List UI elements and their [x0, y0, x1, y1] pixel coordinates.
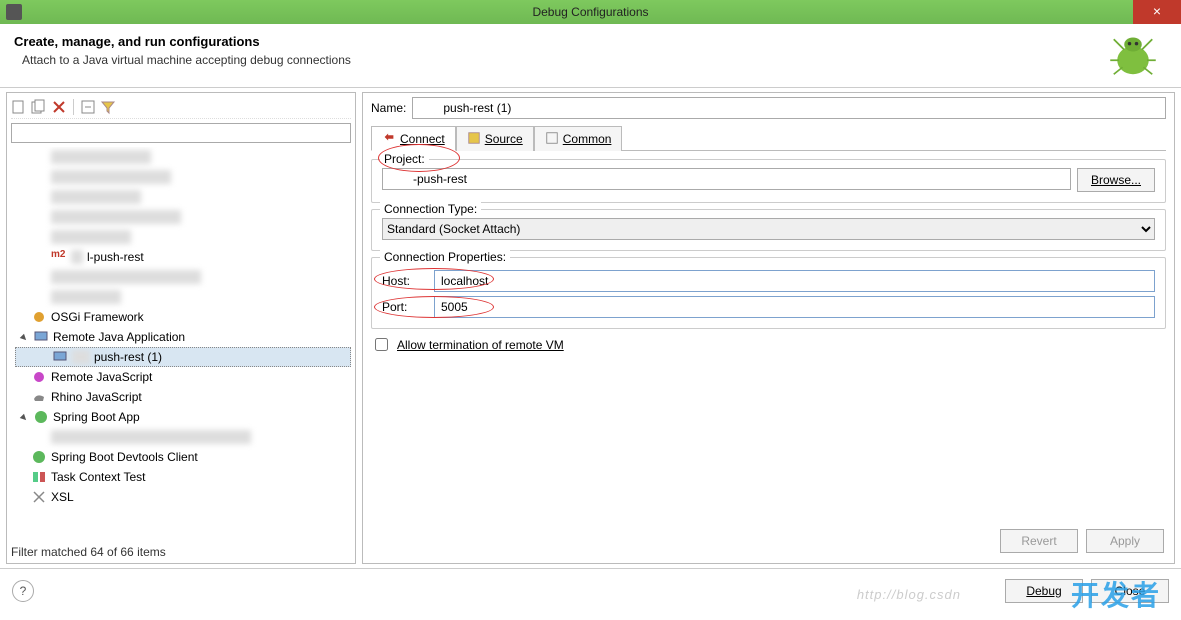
- remote-java-icon: [33, 329, 49, 345]
- project-label: Project:: [380, 152, 429, 166]
- name-input[interactable]: [412, 97, 1166, 119]
- port-label: Port:: [382, 300, 426, 314]
- tree-item-xsl[interactable]: XSL: [15, 487, 351, 507]
- filter-input[interactable]: [11, 123, 351, 143]
- left-panel: m2 l-push-rest OSGi Framework Remote Jav…: [6, 92, 356, 564]
- tree-item-maven-push-rest[interactable]: m2 l-push-rest: [15, 247, 351, 267]
- tree-label: Spring Boot Devtools Client: [51, 450, 198, 464]
- browse-button[interactable]: Browse...: [1077, 168, 1155, 192]
- tree-item-blurred[interactable]: [15, 227, 351, 247]
- tree-label: Rhino JavaScript: [51, 390, 142, 404]
- duplicate-button[interactable]: [31, 99, 47, 115]
- new-config-button[interactable]: [11, 99, 27, 115]
- tab-connect[interactable]: Connect: [371, 126, 456, 151]
- tree-label: XSL: [51, 490, 74, 504]
- tabs: Connect Source Common: [371, 125, 1166, 151]
- config-tree[interactable]: m2 l-push-rest OSGi Framework Remote Jav…: [11, 147, 351, 541]
- tree-item-blurred[interactable]: [15, 427, 351, 447]
- spring-icon: [33, 409, 49, 425]
- rhino-icon: [31, 389, 47, 405]
- allow-termination-checkbox[interactable]: [375, 338, 388, 351]
- tree-item-task-context[interactable]: Task Context Test: [15, 467, 351, 487]
- tree-item-spring-devtools[interactable]: Spring Boot Devtools Client: [15, 447, 351, 467]
- host-input[interactable]: [434, 270, 1155, 292]
- maven-icon: m2: [51, 249, 67, 265]
- right-buttons: Revert Apply: [371, 523, 1166, 559]
- bug-icon: [1105, 30, 1161, 80]
- tree-item-blurred[interactable]: [15, 267, 351, 287]
- connect-icon: [382, 130, 396, 147]
- toolbar-separator: [73, 99, 74, 115]
- filter-button[interactable]: [100, 99, 116, 115]
- tab-content: Project: Browse... Connection Type: Stan…: [371, 151, 1166, 523]
- tree-label: Task Context Test: [51, 470, 146, 484]
- header-subtitle: Attach to a Java virtual machine accepti…: [22, 53, 1167, 67]
- tab-source[interactable]: Source: [456, 126, 534, 151]
- connection-type-group: Connection Type: Standard (Socket Attach…: [371, 209, 1166, 251]
- revert-button[interactable]: Revert: [1000, 529, 1078, 553]
- tree-label: push-rest (1): [94, 350, 162, 364]
- tree-item-blurred[interactable]: [15, 207, 351, 227]
- titlebar: Debug Configurations ×: [0, 0, 1181, 24]
- tree-label: l-push-rest: [87, 250, 144, 264]
- tab-label: Connect: [400, 132, 445, 146]
- tree-label: Spring Boot App: [53, 410, 140, 424]
- spring-devtools-icon: [31, 449, 47, 465]
- tree-item-remote-java[interactable]: Remote Java Application: [15, 327, 351, 347]
- tab-label: Source: [485, 132, 523, 146]
- delete-button[interactable]: [51, 99, 67, 115]
- tree-item-osgi[interactable]: OSGi Framework: [15, 307, 351, 327]
- right-panel: Name: Connect Source Common Project:: [362, 92, 1175, 564]
- connection-properties-group: Connection Properties: Host: Port:: [371, 257, 1166, 329]
- project-group: Project: Browse...: [371, 159, 1166, 203]
- expander-icon[interactable]: [19, 332, 29, 342]
- xsl-icon: [31, 489, 47, 505]
- source-icon: [467, 131, 481, 148]
- left-toolbar: [11, 97, 351, 119]
- tab-label: Common: [563, 132, 612, 146]
- project-input[interactable]: [382, 168, 1071, 190]
- help-button[interactable]: ?: [12, 580, 34, 602]
- apply-button[interactable]: Apply: [1086, 529, 1164, 553]
- filter-status: Filter matched 64 of 66 items: [11, 541, 351, 559]
- tree-label: OSGi Framework: [51, 310, 144, 324]
- expander-icon[interactable]: [19, 412, 29, 422]
- ctype-label: Connection Type:: [380, 202, 481, 216]
- host-label: Host:: [382, 274, 426, 288]
- tree-label: Remote Java Application: [53, 330, 185, 344]
- body: m2 l-push-rest OSGi Framework Remote Jav…: [0, 88, 1181, 568]
- collapse-all-button[interactable]: [80, 99, 96, 115]
- close-window-button[interactable]: ×: [1133, 0, 1181, 24]
- window-title: Debug Configurations: [0, 5, 1181, 19]
- tree-item-rhino[interactable]: Rhino JavaScript: [15, 387, 351, 407]
- java-config-icon: [52, 349, 68, 365]
- tree-item-blurred[interactable]: [15, 167, 351, 187]
- debug-button[interactable]: Debug: [1005, 579, 1083, 603]
- allow-termination-label: Allow termination of remote VM: [397, 338, 564, 352]
- osgi-icon: [31, 309, 47, 325]
- junit-icon: [31, 469, 47, 485]
- remote-js-icon: [31, 369, 47, 385]
- close-button[interactable]: Close: [1091, 579, 1169, 603]
- tab-common[interactable]: Common: [534, 126, 623, 151]
- name-label: Name:: [371, 101, 406, 115]
- common-icon: [545, 131, 559, 148]
- tree-item-push-rest[interactable]: push-rest (1): [15, 347, 351, 367]
- tree-item-spring-boot[interactable]: Spring Boot App: [15, 407, 351, 427]
- tree-item-blurred[interactable]: [15, 147, 351, 167]
- footer: ? Debug Close: [0, 568, 1181, 612]
- header: Create, manage, and run configurations A…: [0, 24, 1181, 88]
- connection-type-select[interactable]: Standard (Socket Attach): [382, 218, 1155, 240]
- tree-item-blurred[interactable]: [15, 287, 351, 307]
- port-input[interactable]: [434, 296, 1155, 318]
- tree-item-remote-js[interactable]: Remote JavaScript: [15, 367, 351, 387]
- header-title: Create, manage, and run configurations: [14, 34, 1167, 49]
- tree-label: Remote JavaScript: [51, 370, 152, 384]
- cprops-label: Connection Properties:: [380, 250, 510, 264]
- tree-item-blurred[interactable]: [15, 187, 351, 207]
